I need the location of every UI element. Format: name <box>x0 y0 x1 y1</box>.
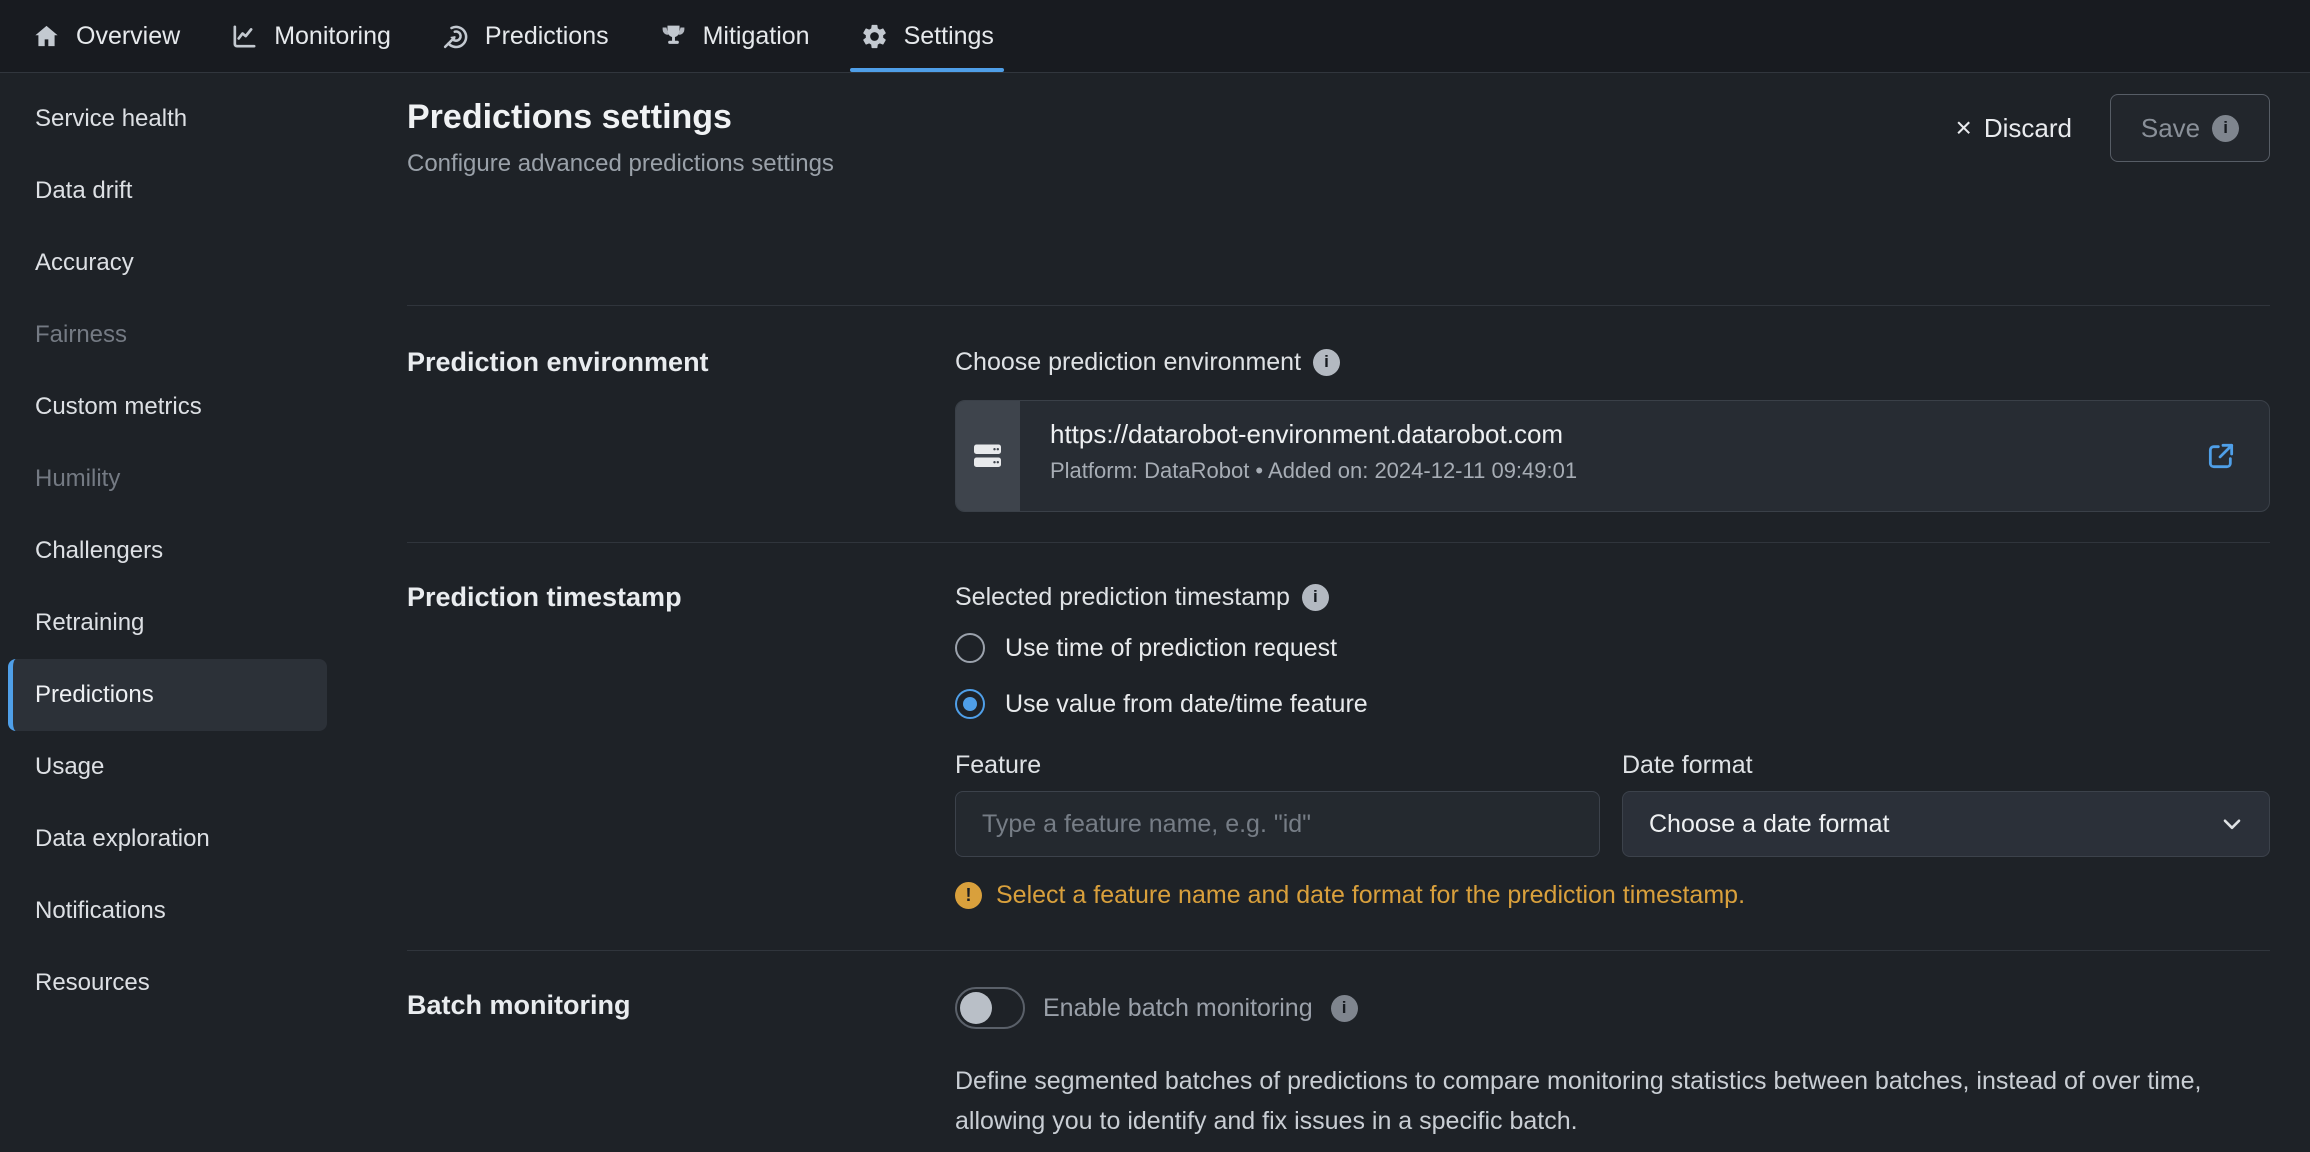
batch-description: Define segmented batches of predictions … <box>955 1061 2270 1141</box>
radio-button[interactable] <box>955 633 985 663</box>
section-prediction-environment: Prediction environment Choose prediction… <box>407 306 2270 542</box>
section-title: Prediction timestamp <box>407 579 955 910</box>
sidebar-item-resources[interactable]: Resources <box>8 947 327 1019</box>
sidebar-item-accuracy[interactable]: Accuracy <box>8 227 327 299</box>
chevron-down-icon <box>2219 811 2245 837</box>
info-icon[interactable]: i <box>1302 584 1329 611</box>
top-nav: Overview Monitoring Predictions Mitigati… <box>0 0 2310 73</box>
info-icon[interactable]: i <box>1313 349 1340 376</box>
external-link-icon[interactable] <box>2205 440 2237 472</box>
sidebar-item-fairness[interactable]: Fairness <box>8 299 327 371</box>
tab-label: Monitoring <box>274 22 391 51</box>
tab-label: Mitigation <box>703 22 810 51</box>
environment-url: https://datarobot-environment.datarobot.… <box>1050 417 2173 451</box>
trophy-icon <box>659 22 688 51</box>
toggle-label: Enable batch monitoring <box>1043 994 1313 1023</box>
section-batch-monitoring: Batch monitoring Enable batch monitoring… <box>407 951 2270 1152</box>
main-content: Predictions settings Configure advanced … <box>375 73 2310 1152</box>
sidebar-item-custom-metrics[interactable]: Custom metrics <box>8 371 327 443</box>
sidebar: Service health Data drift Accuracy Fairn… <box>0 73 375 1152</box>
target-spiral-icon <box>441 22 470 51</box>
header-actions: × Discard Save i <box>1956 94 2271 162</box>
radio-button-selected[interactable] <box>955 689 985 719</box>
tab-label: Predictions <box>485 22 609 51</box>
batch-monitoring-toggle[interactable] <box>955 987 1025 1029</box>
feature-input[interactable] <box>955 791 1600 857</box>
date-format-select[interactable]: Choose a date format <box>1622 791 2270 857</box>
warning-icon: ! <box>955 882 982 909</box>
tab-predictions[interactable]: Predictions <box>435 0 615 72</box>
section-prediction-timestamp: Prediction timestamp Selected prediction… <box>407 543 2270 950</box>
environment-icon-strip <box>956 401 1020 511</box>
timestamp-warning: ! Select a feature name and date format … <box>955 881 2270 910</box>
discard-button[interactable]: × Discard <box>1956 113 2073 144</box>
save-button[interactable]: Save i <box>2110 94 2270 162</box>
home-icon <box>32 22 61 51</box>
gear-icon <box>860 22 889 51</box>
chart-line-icon <box>230 22 259 51</box>
field-label-environment: Choose prediction environment i <box>955 344 2270 380</box>
sidebar-item-challengers[interactable]: Challengers <box>8 515 327 587</box>
radio-option-datetime-feature[interactable]: Use value from date/time feature <box>955 689 2270 719</box>
radio-option-request-time[interactable]: Use time of prediction request <box>955 633 2270 663</box>
sidebar-item-humility[interactable]: Humility <box>8 443 327 515</box>
section-title: Prediction environment <box>407 344 955 512</box>
sidebar-item-data-exploration[interactable]: Data exploration <box>8 803 327 875</box>
environment-info: https://datarobot-environment.datarobot.… <box>1020 401 2173 511</box>
sidebar-item-notifications[interactable]: Notifications <box>8 875 327 947</box>
sidebar-item-data-drift[interactable]: Data drift <box>8 155 327 227</box>
sidebar-item-predictions[interactable]: Predictions <box>8 659 327 731</box>
sidebar-item-usage[interactable]: Usage <box>8 731 327 803</box>
close-icon: × <box>1956 114 1972 142</box>
tab-label: Settings <box>904 22 994 51</box>
tab-settings[interactable]: Settings <box>854 0 1000 72</box>
sidebar-item-retraining[interactable]: Retraining <box>8 587 327 659</box>
info-icon[interactable]: i <box>1331 995 1358 1022</box>
tab-overview[interactable]: Overview <box>26 0 186 72</box>
tab-mitigation[interactable]: Mitigation <box>653 0 816 72</box>
date-format-label: Date format <box>1622 747 2270 783</box>
feature-label: Feature <box>955 747 1600 783</box>
section-title: Batch monitoring <box>407 987 955 1141</box>
tab-label: Overview <box>76 22 180 51</box>
info-icon: i <box>2212 115 2239 142</box>
environment-card[interactable]: https://datarobot-environment.datarobot.… <box>955 400 2270 512</box>
field-label-timestamp: Selected prediction timestamp i <box>955 579 2270 615</box>
environment-meta: Platform: DataRobot • Added on: 2024-12-… <box>1050 457 2173 485</box>
sidebar-item-service-health[interactable]: Service health <box>8 83 327 155</box>
server-icon <box>973 443 1003 469</box>
toggle-knob <box>960 992 992 1024</box>
tab-monitoring[interactable]: Monitoring <box>224 0 397 72</box>
